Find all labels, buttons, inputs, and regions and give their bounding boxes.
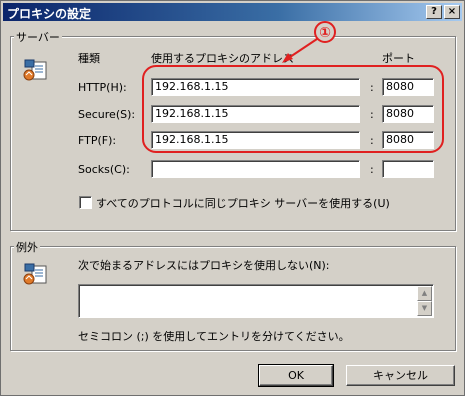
same-proxy-label[interactable]: すべてのプロトコルに同じプロキシ サーバーを使用する(U) bbox=[96, 195, 390, 211]
http-label: HTTP(H): bbox=[78, 81, 127, 94]
scroll-up-icon[interactable]: ▲ bbox=[417, 286, 432, 301]
annotation-highlight bbox=[142, 65, 444, 153]
socks-label: Socks(C): bbox=[78, 163, 130, 176]
secure-label: Secure(S): bbox=[78, 108, 136, 121]
network-computer-icon bbox=[23, 263, 47, 285]
exceptions-scrollbar[interactable]: ▲ ▼ bbox=[417, 286, 432, 316]
socks-address-field[interactable] bbox=[151, 160, 360, 178]
col-address-header: 使用するプロキシのアドレス bbox=[151, 52, 294, 65]
proxy-settings-window: プロキシの設定 ? × サーバー 種類 使用するプロキシのアドレス ポート HT… bbox=[0, 0, 465, 396]
network-computer-icon bbox=[23, 59, 47, 81]
scroll-down-icon[interactable]: ▼ bbox=[417, 301, 432, 316]
cancel-button[interactable]: キャンセル bbox=[346, 365, 455, 386]
same-proxy-checkbox[interactable] bbox=[79, 196, 92, 209]
window-title: プロキシの設定 bbox=[7, 7, 92, 21]
ftp-label: FTP(F): bbox=[78, 134, 117, 147]
exceptions-group-label: 例外 bbox=[14, 239, 40, 255]
exceptions-instruction: 次で始まるアドレスにはプロキシを使用しない(N): bbox=[78, 259, 330, 272]
arrow-icon bbox=[282, 38, 318, 63]
servers-group-label: サーバー bbox=[14, 29, 62, 45]
annotation-number: ① bbox=[314, 21, 336, 43]
col-port-header: ポート bbox=[382, 52, 415, 65]
colon: : bbox=[370, 163, 374, 176]
ok-button[interactable]: OK bbox=[258, 364, 334, 387]
exceptions-hint: セミコロン (;) を使用してエントリを分けてください。 bbox=[78, 330, 350, 343]
title-bar[interactable]: プロキシの設定 ? × bbox=[3, 3, 462, 21]
close-button[interactable]: × bbox=[444, 5, 460, 19]
help-button[interactable]: ? bbox=[426, 5, 442, 19]
socks-port-field[interactable] bbox=[382, 160, 434, 178]
col-type-header: 種類 bbox=[78, 52, 100, 65]
exceptions-textarea[interactable]: ▲ ▼ bbox=[78, 284, 434, 318]
